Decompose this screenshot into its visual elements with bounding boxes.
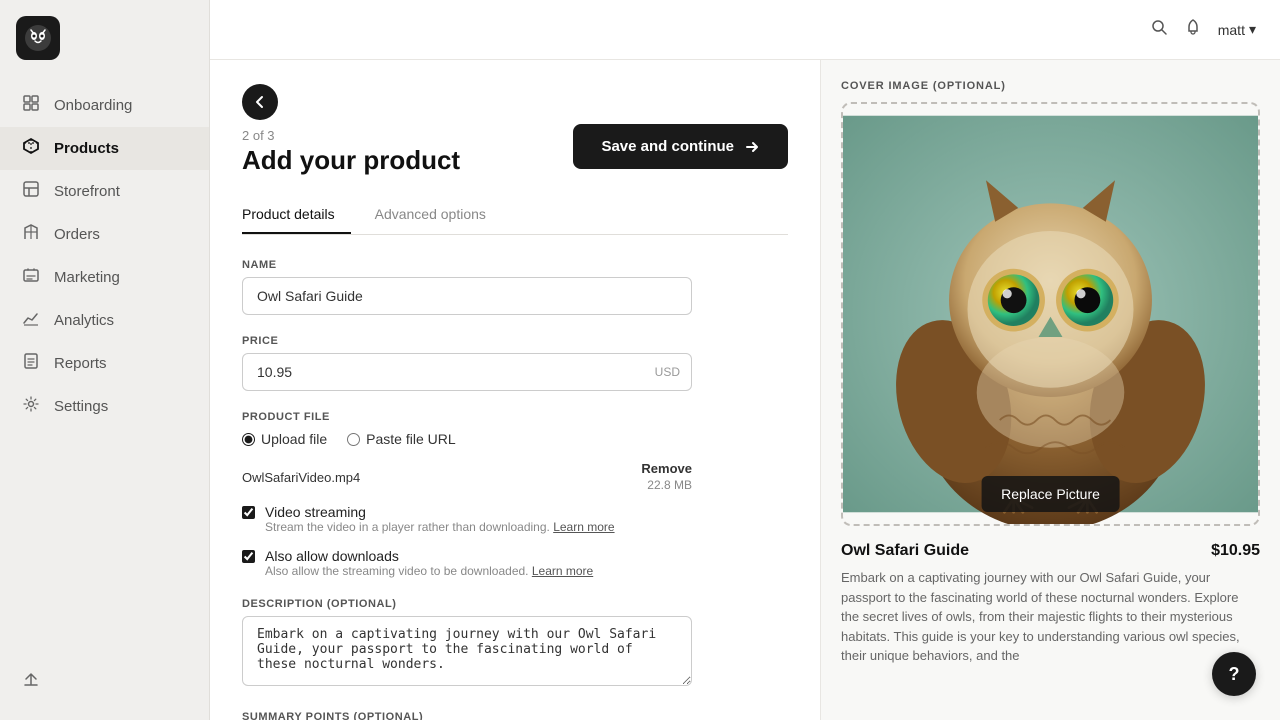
upload-file-radio[interactable]: [242, 433, 255, 446]
video-streaming-option: Video streaming Stream the video in a pl…: [242, 504, 788, 534]
save-continue-label: Save and continue: [601, 138, 734, 155]
description-label: DESCRIPTION (OPTIONAL): [242, 598, 788, 610]
help-label: ?: [1229, 664, 1240, 685]
products-icon: [20, 137, 42, 160]
sidebar-item-marketing[interactable]: Marketing: [0, 256, 209, 299]
tab-advanced-options[interactable]: Advanced options: [375, 196, 502, 234]
user-menu[interactable]: matt ▾: [1218, 21, 1256, 38]
also-allow-checkbox[interactable]: [242, 550, 255, 563]
cover-image-label: COVER IMAGE (OPTIONAL): [841, 80, 1260, 92]
currency-label: USD: [655, 365, 680, 379]
sidebar-item-products[interactable]: Products: [0, 127, 209, 170]
replace-picture-button[interactable]: Replace Picture: [981, 476, 1120, 512]
bell-icon[interactable]: [1184, 18, 1202, 41]
preview-description: Embark on a captivating journey with our…: [841, 568, 1260, 666]
settings-icon: [20, 395, 42, 418]
cover-image-wrapper: Replace Picture: [841, 102, 1260, 526]
sidebar-bottom: [0, 661, 209, 704]
video-streaming-learn-link[interactable]: Learn more: [553, 520, 614, 534]
price-label: PRICE: [242, 335, 788, 347]
tab-product-details[interactable]: Product details: [242, 196, 351, 234]
app-logo: [16, 16, 60, 60]
sidebar-item-reports[interactable]: Reports: [0, 342, 209, 385]
main-content: matt ▾ 2 of 3 Add your product Save and …: [210, 0, 1280, 720]
sidebar-item-orders-label: Orders: [54, 226, 100, 243]
paste-url-radio[interactable]: [347, 433, 360, 446]
video-streaming-label: Video streaming: [265, 504, 615, 520]
file-remove-button[interactable]: Remove: [641, 461, 692, 476]
save-continue-button[interactable]: Save and continue: [573, 124, 788, 169]
file-remove-row: Remove 22.8 MB: [641, 461, 692, 494]
sidebar-item-storefront[interactable]: Storefront: [0, 170, 209, 213]
share-icon: [20, 671, 42, 694]
video-streaming-checkbox[interactable]: [242, 506, 255, 519]
orders-icon: [20, 223, 42, 246]
upload-file-label: Upload file: [261, 431, 327, 447]
content-area: 2 of 3 Add your product Save and continu…: [210, 60, 1280, 720]
sidebar-item-products-label: Products: [54, 140, 119, 157]
also-allow-option: Also allow downloads Also allow the stre…: [242, 548, 788, 578]
sidebar-item-analytics-label: Analytics: [54, 312, 114, 329]
product-file-label: PRODUCT FILE: [242, 411, 788, 423]
page-title: Add your product: [242, 145, 460, 176]
chevron-down-icon: ▾: [1249, 21, 1256, 38]
analytics-icon: [20, 309, 42, 332]
sidebar-item-marketing-label: Marketing: [54, 269, 120, 286]
sidebar-item-share[interactable]: [0, 661, 209, 704]
step-label: 2 of 3: [242, 128, 460, 143]
onboarding-icon: [20, 94, 42, 117]
topbar: matt ▾: [210, 0, 1280, 60]
sidebar-item-orders[interactable]: Orders: [0, 213, 209, 256]
right-panel: COVER IMAGE (OPTIONAL): [820, 60, 1280, 720]
file-size: 22.8 MB: [647, 478, 692, 492]
sidebar-item-settings[interactable]: Settings: [0, 385, 209, 428]
sidebar-item-reports-label: Reports: [54, 355, 107, 372]
also-allow-sublabel: Also allow the streaming video to be dow…: [265, 564, 593, 578]
search-icon[interactable]: [1150, 18, 1168, 41]
product-file-group: PRODUCT FILE Upload file Paste file URL …: [242, 411, 788, 578]
marketing-icon: [20, 266, 42, 289]
summary-label: SUMMARY POINTS (OPTIONAL): [242, 711, 788, 720]
file-row: OwlSafariVideo.mp4 Remove 22.8 MB: [242, 457, 692, 504]
name-field-group: NAME: [242, 259, 788, 315]
sidebar-item-onboarding-label: Onboarding: [54, 97, 132, 114]
paste-url-label: Paste file URL: [366, 431, 455, 447]
user-name: matt: [1218, 22, 1245, 38]
sidebar: Onboarding Products Storefront Orders Ma…: [0, 0, 210, 720]
sidebar-item-settings-label: Settings: [54, 398, 108, 415]
description-field-group: DESCRIPTION (OPTIONAL) Embark on a capti…: [242, 598, 788, 691]
sidebar-item-analytics[interactable]: Analytics: [0, 299, 209, 342]
form-section: 2 of 3 Add your product Save and continu…: [210, 60, 820, 720]
cover-image: [843, 104, 1258, 524]
file-name: OwlSafariVideo.mp4: [242, 470, 360, 485]
also-allow-label: Also allow downloads: [265, 548, 593, 564]
price-wrapper: USD: [242, 353, 692, 391]
radio-group: Upload file Paste file URL: [242, 431, 788, 447]
price-input[interactable]: [242, 353, 692, 391]
back-button[interactable]: [242, 84, 278, 120]
video-streaming-sublabel: Stream the video in a player rather than…: [265, 520, 615, 534]
preview-title-row: Owl Safari Guide $10.95: [841, 542, 1260, 560]
sidebar-item-storefront-label: Storefront: [54, 183, 120, 200]
summary-field-group: SUMMARY POINTS (OPTIONAL) +: [242, 711, 788, 720]
reports-icon: [20, 352, 42, 375]
paste-url-option[interactable]: Paste file URL: [347, 431, 455, 447]
preview-price: $10.95: [1211, 542, 1260, 560]
name-label: NAME: [242, 259, 788, 271]
upload-file-option[interactable]: Upload file: [242, 431, 327, 447]
preview-product-name: Owl Safari Guide: [841, 542, 969, 560]
storefront-icon: [20, 180, 42, 203]
also-allow-learn-link[interactable]: Learn more: [532, 564, 593, 578]
help-button[interactable]: ?: [1212, 652, 1256, 696]
name-input[interactable]: [242, 277, 692, 315]
sidebar-item-onboarding[interactable]: Onboarding: [0, 84, 209, 127]
description-input[interactable]: Embark on a captivating journey with our…: [242, 616, 692, 686]
price-field-group: PRICE USD: [242, 335, 788, 391]
tabs: Product details Advanced options: [242, 196, 788, 235]
